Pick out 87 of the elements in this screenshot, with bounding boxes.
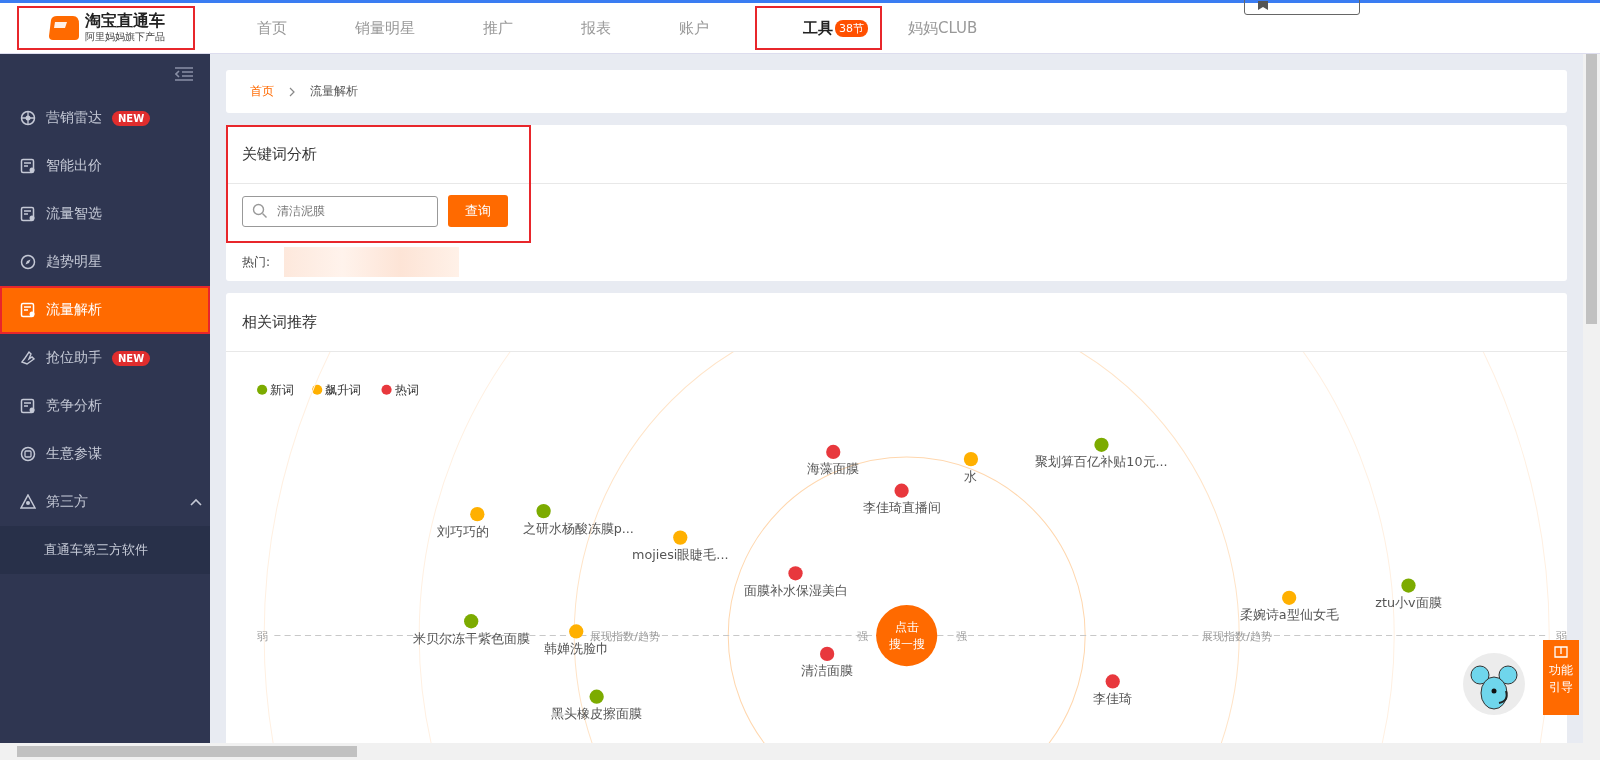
hot-label: 热门: [242,253,271,271]
keyword-dot[interactable] [1105,674,1120,689]
sidebar-item[interactable]: 生意参谋 [0,430,210,478]
hand-icon [20,350,36,366]
sidebar-item[interactable]: 趋势明星 [0,238,210,286]
book-icon [1554,646,1568,658]
mascot-drawing[interactable] [1463,653,1525,715]
keyword-label[interactable]: 聚划算百亿补贴10元... [1035,454,1168,470]
logo-title: 淘宝直通车 [85,12,165,30]
keyword-label[interactable]: 黑头橡皮擦面膜 [551,706,643,722]
keyword-label[interactable]: mojiesi眼睫毛... [632,547,729,563]
compass-icon [20,254,36,270]
keyword-label[interactable]: 李佳琦 [1093,690,1133,706]
sidebar-item[interactable]: 第三方 [0,478,210,526]
sidebar-item[interactable]: 流量智选 [0,190,210,238]
keyword-label[interactable]: 韩婵洗脸巾 [543,640,609,656]
search-field[interactable]: 清洁泥膜 [242,195,438,227]
network-icon [20,494,36,510]
promo-badge: 38节 [835,19,868,37]
sidebar-item[interactable]: 智能出价 [0,142,210,190]
section-title: 关键词分析 [241,144,318,165]
keyword-label[interactable]: 米贝尔冻干紫色面膜 [412,630,530,646]
search-icon [252,202,268,219]
document-icon [20,302,36,318]
sidebar-label: 流量智选 [46,205,102,223]
document-icon [20,398,36,414]
keyword-dot[interactable] [464,614,479,629]
keyword-dot[interactable] [589,689,604,704]
sidebar-label: 营销雷达 [46,109,102,127]
chevron-right-icon [288,86,296,97]
target-icon [20,446,36,462]
nav-tab[interactable]: 工具 38节 [755,6,882,50]
axis-label: 弱 [256,629,268,643]
chevron-icon[interactable] [190,498,202,506]
keyword-dot[interactable] [673,530,688,545]
keyword-label[interactable]: 面膜补水保湿美白 [743,582,848,598]
sidebar-label: 竞争分析 [46,397,102,415]
keyword-label[interactable]: 柔婉诗a型仙女毛 [1239,607,1339,623]
radar-icon [20,110,36,126]
keyword-label[interactable]: 水 [964,468,978,484]
sidebar-label: 趋势明星 [46,253,102,271]
sidebar-label: 第三方 [46,493,88,511]
section-title: 相关词推荐 [241,312,318,333]
document-icon [20,158,36,174]
keyword-label[interactable]: 刘巧巧的 [437,523,490,539]
axis-label: 展现指数/趋势 [1202,629,1273,643]
keyword-dot[interactable] [569,624,584,639]
new-badge: NEW [112,350,151,366]
keyword-label[interactable]: 李佳琦直播间 [862,500,941,516]
sidebar-label: 智能出价 [46,157,102,175]
keyword-dot[interactable] [826,444,841,460]
horizontal-scrollbar[interactable] [0,743,1600,760]
axis-label: 强 [956,629,968,643]
sidebar-label: 生意参谋 [46,445,102,463]
flag-icon [1257,1,1269,11]
sidebar-item[interactable]: 抢位助手 NEW [0,334,210,382]
keyword-label[interactable]: ztu小v面膜 [1375,595,1442,610]
logo[interactable]: 淘宝直通车 阿里妈妈旗下产品 [17,6,195,50]
axis-label: 展现指数/趋势 [590,629,661,643]
breadcrumb-current: 流量解析 [310,83,358,100]
sidebar-item[interactable]: 竞争分析 [0,382,210,430]
sidebar-subitem[interactable]: 直通车第三方软件 [0,526,210,574]
new-badge: NEW [112,110,151,126]
keyword-dot[interactable] [788,566,803,581]
sidebar-item[interactable]: 营销雷达 NEW [0,94,210,142]
keyword-dot[interactable] [1282,590,1297,605]
keyword-dot[interactable] [894,483,909,498]
vertical-scrollbar[interactable] [1583,54,1600,743]
keyword-label[interactable]: 之研水杨酸冻膜p... [522,520,634,536]
keyword-dot[interactable] [1401,578,1416,593]
keyword-dot[interactable] [820,646,835,662]
legend-label: 飙升词 [325,383,362,398]
legend-label: 热词 [394,383,419,398]
sidebar-label: 抢位助手 [46,349,102,367]
collapse-menu-icon[interactable] [175,67,193,81]
legend-label: 新词 [270,383,295,398]
axis-label: 强 [857,629,869,643]
logo-subtitle: 阿里妈妈旗下产品 [85,30,165,44]
sidebar-label: 流量解析 [46,301,102,319]
keyword-label[interactable]: 海藻面膜 [807,461,860,477]
keyword-dot[interactable] [536,503,551,519]
keyword-label[interactable]: 清洁面膜 [801,663,854,679]
keyword-dot[interactable] [1094,437,1109,452]
car-logo-icon [47,14,81,42]
document-icon [20,206,36,222]
keyword-dot[interactable] [470,507,485,522]
keyword-dot[interactable] [963,451,979,467]
